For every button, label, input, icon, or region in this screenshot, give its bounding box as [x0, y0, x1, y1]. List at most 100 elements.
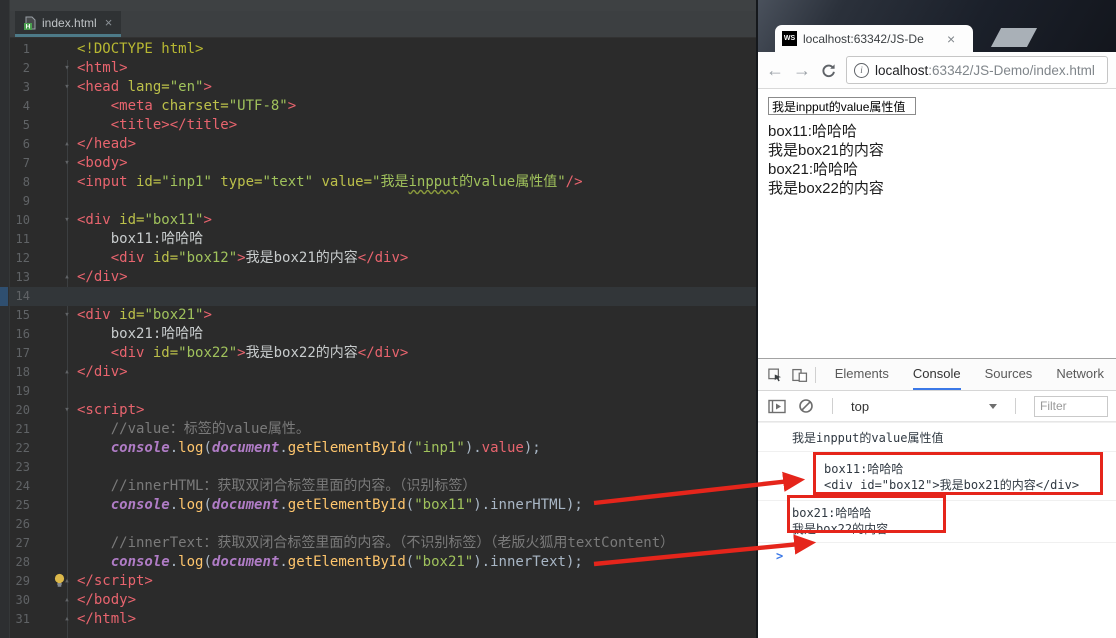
- browser-tab-title: localhost:63342/JS-De: [803, 31, 924, 46]
- editor-line-18[interactable]: 18 ▴ </div>: [0, 363, 756, 382]
- intention-bulb-icon[interactable]: [53, 573, 66, 593]
- code-text: box11:哈哈哈: [77, 231, 204, 247]
- editor-lines: 1 <!DOCTYPE html> 2 ▾ <html> 3 ▾ <head lang="en…: [0, 40, 756, 629]
- webstorm-favicon: WS: [782, 31, 797, 46]
- code-text: <html>: [77, 60, 128, 76]
- fold-marker-icon[interactable]: ▴: [59, 610, 75, 629]
- editor-line-17[interactable]: 17 <div id="box22">我是box22的内容</div>: [0, 344, 756, 363]
- editor-tab-bar: H index.html ×: [0, 11, 756, 38]
- code-text: <title></title>: [110, 117, 238, 133]
- device-toolbar-icon[interactable]: [792, 367, 808, 383]
- console-log-line: 我是inpput的value属性值: [792, 431, 944, 445]
- chevron-down-icon: [989, 403, 997, 409]
- code-text: <div id="box12">我是box21的内容</div>: [110, 250, 409, 266]
- editor-line-19[interactable]: 19: [0, 382, 756, 401]
- page-text-line: box11:哈哈哈: [768, 122, 857, 140]
- editor-line-28[interactable]: 28 console.log(document.getElementById("…: [0, 553, 756, 572]
- fold-marker-icon[interactable]: ▴: [59, 591, 75, 610]
- fold-marker-icon[interactable]: ▾: [59, 306, 75, 325]
- inspect-element-icon[interactable]: [768, 367, 783, 383]
- refresh-icon[interactable]: [820, 62, 837, 79]
- tab-close-icon[interactable]: ×: [105, 15, 113, 30]
- browser-navbar: ← → i localhost:63342/JS-Demo/index.html: [758, 52, 1116, 89]
- editor-line-31[interactable]: 31 ▴ </html>: [0, 610, 756, 629]
- editor-line-22[interactable]: 22 console.log(document.getElementById("…: [0, 439, 756, 458]
- back-icon[interactable]: ←: [766, 61, 784, 79]
- console-filter-input[interactable]: [1034, 395, 1108, 417]
- devtools-tab-network[interactable]: Network: [1056, 359, 1104, 390]
- browser-tab-close-icon[interactable]: ×: [947, 31, 955, 47]
- code-editor-pane: H index.html × 1 <!DOCTYPE html> 2 ▾ <html> 3…: [0, 0, 756, 638]
- address-bar[interactable]: i localhost:63342/JS-Demo/index.html: [846, 56, 1108, 84]
- editor-line-26[interactable]: 26: [0, 515, 756, 534]
- editor-line-10[interactable]: 10 ▾ <div id="box11">: [0, 211, 756, 230]
- code-text: </script>: [77, 573, 153, 589]
- fold-marker-icon[interactable]: ▾: [59, 401, 75, 420]
- browser-tab-strip: WS localhost:63342/JS-De ×: [758, 0, 1116, 52]
- editor-line-16[interactable]: 16 box21:哈哈哈: [0, 325, 756, 344]
- editor-line-21[interactable]: 21 //value：标签的value属性。: [0, 420, 756, 439]
- devtools-tabs: Elements Console Sources Network: [823, 359, 1116, 390]
- editor-line-23[interactable]: 23: [0, 458, 756, 477]
- fold-marker-icon[interactable]: ▴: [59, 363, 75, 382]
- context-selector[interactable]: top: [851, 399, 997, 414]
- editor-line-29[interactable]: 29 ▴ </script>: [0, 572, 756, 591]
- code-text: console.log(document.getElementById("box…: [110, 497, 583, 513]
- toolbar-separator: [832, 398, 833, 414]
- ide-title-strip: [0, 0, 756, 11]
- devtools-tab-console[interactable]: Console: [912, 359, 961, 390]
- editor-line-5[interactable]: 5 <title></title>: [0, 116, 756, 135]
- screenshot-root: H index.html × 1 <!DOCTYPE html> 2 ▾ <html> 3…: [0, 0, 1116, 638]
- fold-marker-icon[interactable]: ▴: [59, 135, 75, 154]
- editor-line-20[interactable]: 20 ▾ <script>: [0, 401, 756, 420]
- fold-marker-icon[interactable]: ▾: [59, 154, 75, 173]
- toolbar-separator: [1015, 398, 1016, 414]
- editor-line-9[interactable]: 9: [0, 192, 756, 211]
- editor-line-24[interactable]: 24 //innerHTML：获取双闭合标签里面的内容。（识别标签）: [0, 477, 756, 496]
- code-text: console.log(document.getElementById("inp…: [110, 440, 541, 456]
- editor-line-13[interactable]: 13 ▴ </div>: [0, 268, 756, 287]
- code-text: //innerText：获取双闭合标签里面的内容。（不识别标签）（老版火狐用te…: [77, 535, 675, 551]
- forward-icon[interactable]: →: [793, 61, 811, 79]
- editor-line-27[interactable]: 27 //innerText：获取双闭合标签里面的内容。（不识别标签）（老版火狐…: [0, 534, 756, 553]
- new-tab-button[interactable]: [990, 28, 1038, 47]
- console-sidebar-icon[interactable]: [768, 399, 787, 414]
- console-log-line: <div id="box12">我是box21的内容</div>: [824, 478, 1080, 492]
- editor-line-4[interactable]: 4 <meta charset="UTF-8">: [0, 97, 756, 116]
- console-prompt-chevron: >: [776, 549, 784, 563]
- rendered-page: box11:哈哈哈我是box21的内容box21:哈哈哈我是box22的内容: [758, 89, 1116, 359]
- fold-marker-icon[interactable]: ▾: [59, 211, 75, 230]
- editor-line-25[interactable]: 25 console.log(document.getElementById("…: [0, 496, 756, 515]
- clear-console-icon[interactable]: [798, 398, 814, 414]
- editor-line-3[interactable]: 3 ▾ <head lang="en">: [0, 78, 756, 97]
- devtools-tab-sources[interactable]: Sources: [985, 359, 1033, 390]
- page-info-icon[interactable]: i: [854, 62, 869, 78]
- code-text: <body>: [77, 155, 128, 171]
- code-text: <div id="box21">: [77, 307, 212, 323]
- editor-line-7[interactable]: 7 ▾ <body>: [0, 154, 756, 173]
- code-text: <script>: [77, 402, 145, 418]
- console-log-entry: box11:哈哈哈 <div id="box12">我是box21的内容</div…: [758, 452, 1116, 501]
- console-prompt[interactable]: >: [758, 543, 1116, 568]
- editor-tab-label: index.html: [42, 15, 97, 30]
- editor-line-15[interactable]: 15 ▾ <div id="box21">: [0, 306, 756, 325]
- fold-marker-icon[interactable]: ▾: [59, 78, 75, 97]
- browser-tab[interactable]: WS localhost:63342/JS-De ×: [775, 25, 973, 52]
- editor-line-14[interactable]: 14: [0, 287, 756, 306]
- editor-line-1[interactable]: 1 <!DOCTYPE html>: [0, 40, 756, 59]
- editor-line-30[interactable]: 30 ▴ </body>: [0, 591, 756, 610]
- fold-marker-icon[interactable]: ▴: [59, 268, 75, 287]
- editor-tab-index-html[interactable]: H index.html ×: [15, 11, 122, 37]
- toolbar-separator: [814, 366, 816, 383]
- devtools-tab-elements[interactable]: Elements: [835, 359, 889, 390]
- editor-line-12[interactable]: 12 <div id="box12">我是box21的内容</div>: [0, 249, 756, 268]
- page-text-input[interactable]: [768, 97, 916, 115]
- code-text: </body>: [77, 592, 137, 608]
- url-host: localhost: [875, 62, 929, 78]
- editor-code-area[interactable]: 1 <!DOCTYPE html> 2 ▾ <html> 3 ▾ <head lang="en…: [0, 38, 756, 638]
- editor-line-2[interactable]: 2 ▾ <html>: [0, 59, 756, 78]
- fold-marker-icon[interactable]: ▾: [59, 59, 75, 78]
- editor-line-11[interactable]: 11 box11:哈哈哈: [0, 230, 756, 249]
- editor-line-8[interactable]: 8 <input id="inp1" type="text" value="我是i…: [0, 173, 756, 192]
- editor-line-6[interactable]: 6 ▴ </head>: [0, 135, 756, 154]
